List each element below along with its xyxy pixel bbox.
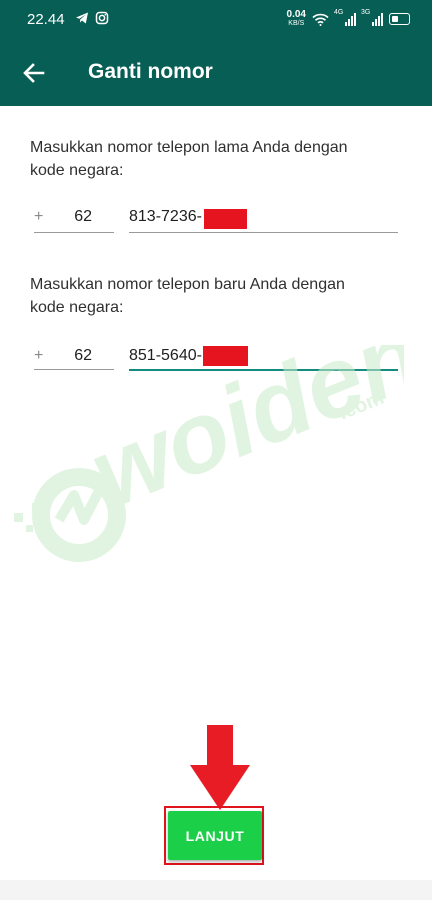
arrow-left-icon[interactable]: [20, 59, 48, 87]
new-phone-input[interactable]: 851-5640-: [129, 347, 202, 365]
new-country-code-input[interactable]: 62: [34, 347, 92, 365]
redaction-mark: [204, 209, 247, 229]
redaction-mark: [203, 346, 248, 366]
app-bar: Ganti nomor: [0, 39, 432, 106]
telegram-icon: [76, 12, 88, 24]
new-phone-underline: [129, 369, 398, 371]
net-speed-value: 0.04: [286, 9, 306, 20]
old-country-code-underline: [34, 232, 114, 233]
old-country-code-input[interactable]: 62: [34, 208, 92, 226]
old-phone-underline: [129, 232, 398, 233]
old-phone-input[interactable]: 813-7236-: [129, 208, 202, 226]
new-number-label: Masukkan nomor telepon baru Anda dengan …: [30, 276, 345, 316]
status-time: 22.44: [27, 11, 65, 28]
new-country-code-underline: [34, 369, 114, 370]
signal-icon-1: 4G: [334, 9, 356, 26]
watermark-logo: woiden .com: [14, 345, 404, 562]
red-arrow-down-icon: [190, 725, 250, 810]
instagram-icon: [95, 11, 109, 25]
network-type-2: 3G: [361, 9, 371, 16]
signal-icon-2: 3G: [361, 9, 383, 26]
status-right: 0.04 KB/S 4G 3G: [287, 9, 410, 28]
battery-icon: [389, 13, 410, 25]
watermark-suffix: .com: [336, 387, 388, 425]
net-speed-unit: KB/S: [288, 20, 305, 27]
old-number-label: Masukkan nomor telepon lama Anda dengan …: [30, 139, 348, 179]
net-speed: 0.04 KB/S: [287, 10, 306, 28]
status-bar: 22.44 0.04 KB/S 4G 3G: [0, 0, 432, 39]
page-title: Ganti nomor: [88, 60, 213, 83]
network-type-1: 4G: [334, 9, 344, 16]
next-button[interactable]: LANJUT: [168, 811, 262, 860]
bottom-bar: [0, 880, 432, 900]
wifi-icon: [312, 13, 329, 26]
notification-icons: [75, 11, 109, 25]
watermark-text: woiden: [75, 345, 404, 530]
